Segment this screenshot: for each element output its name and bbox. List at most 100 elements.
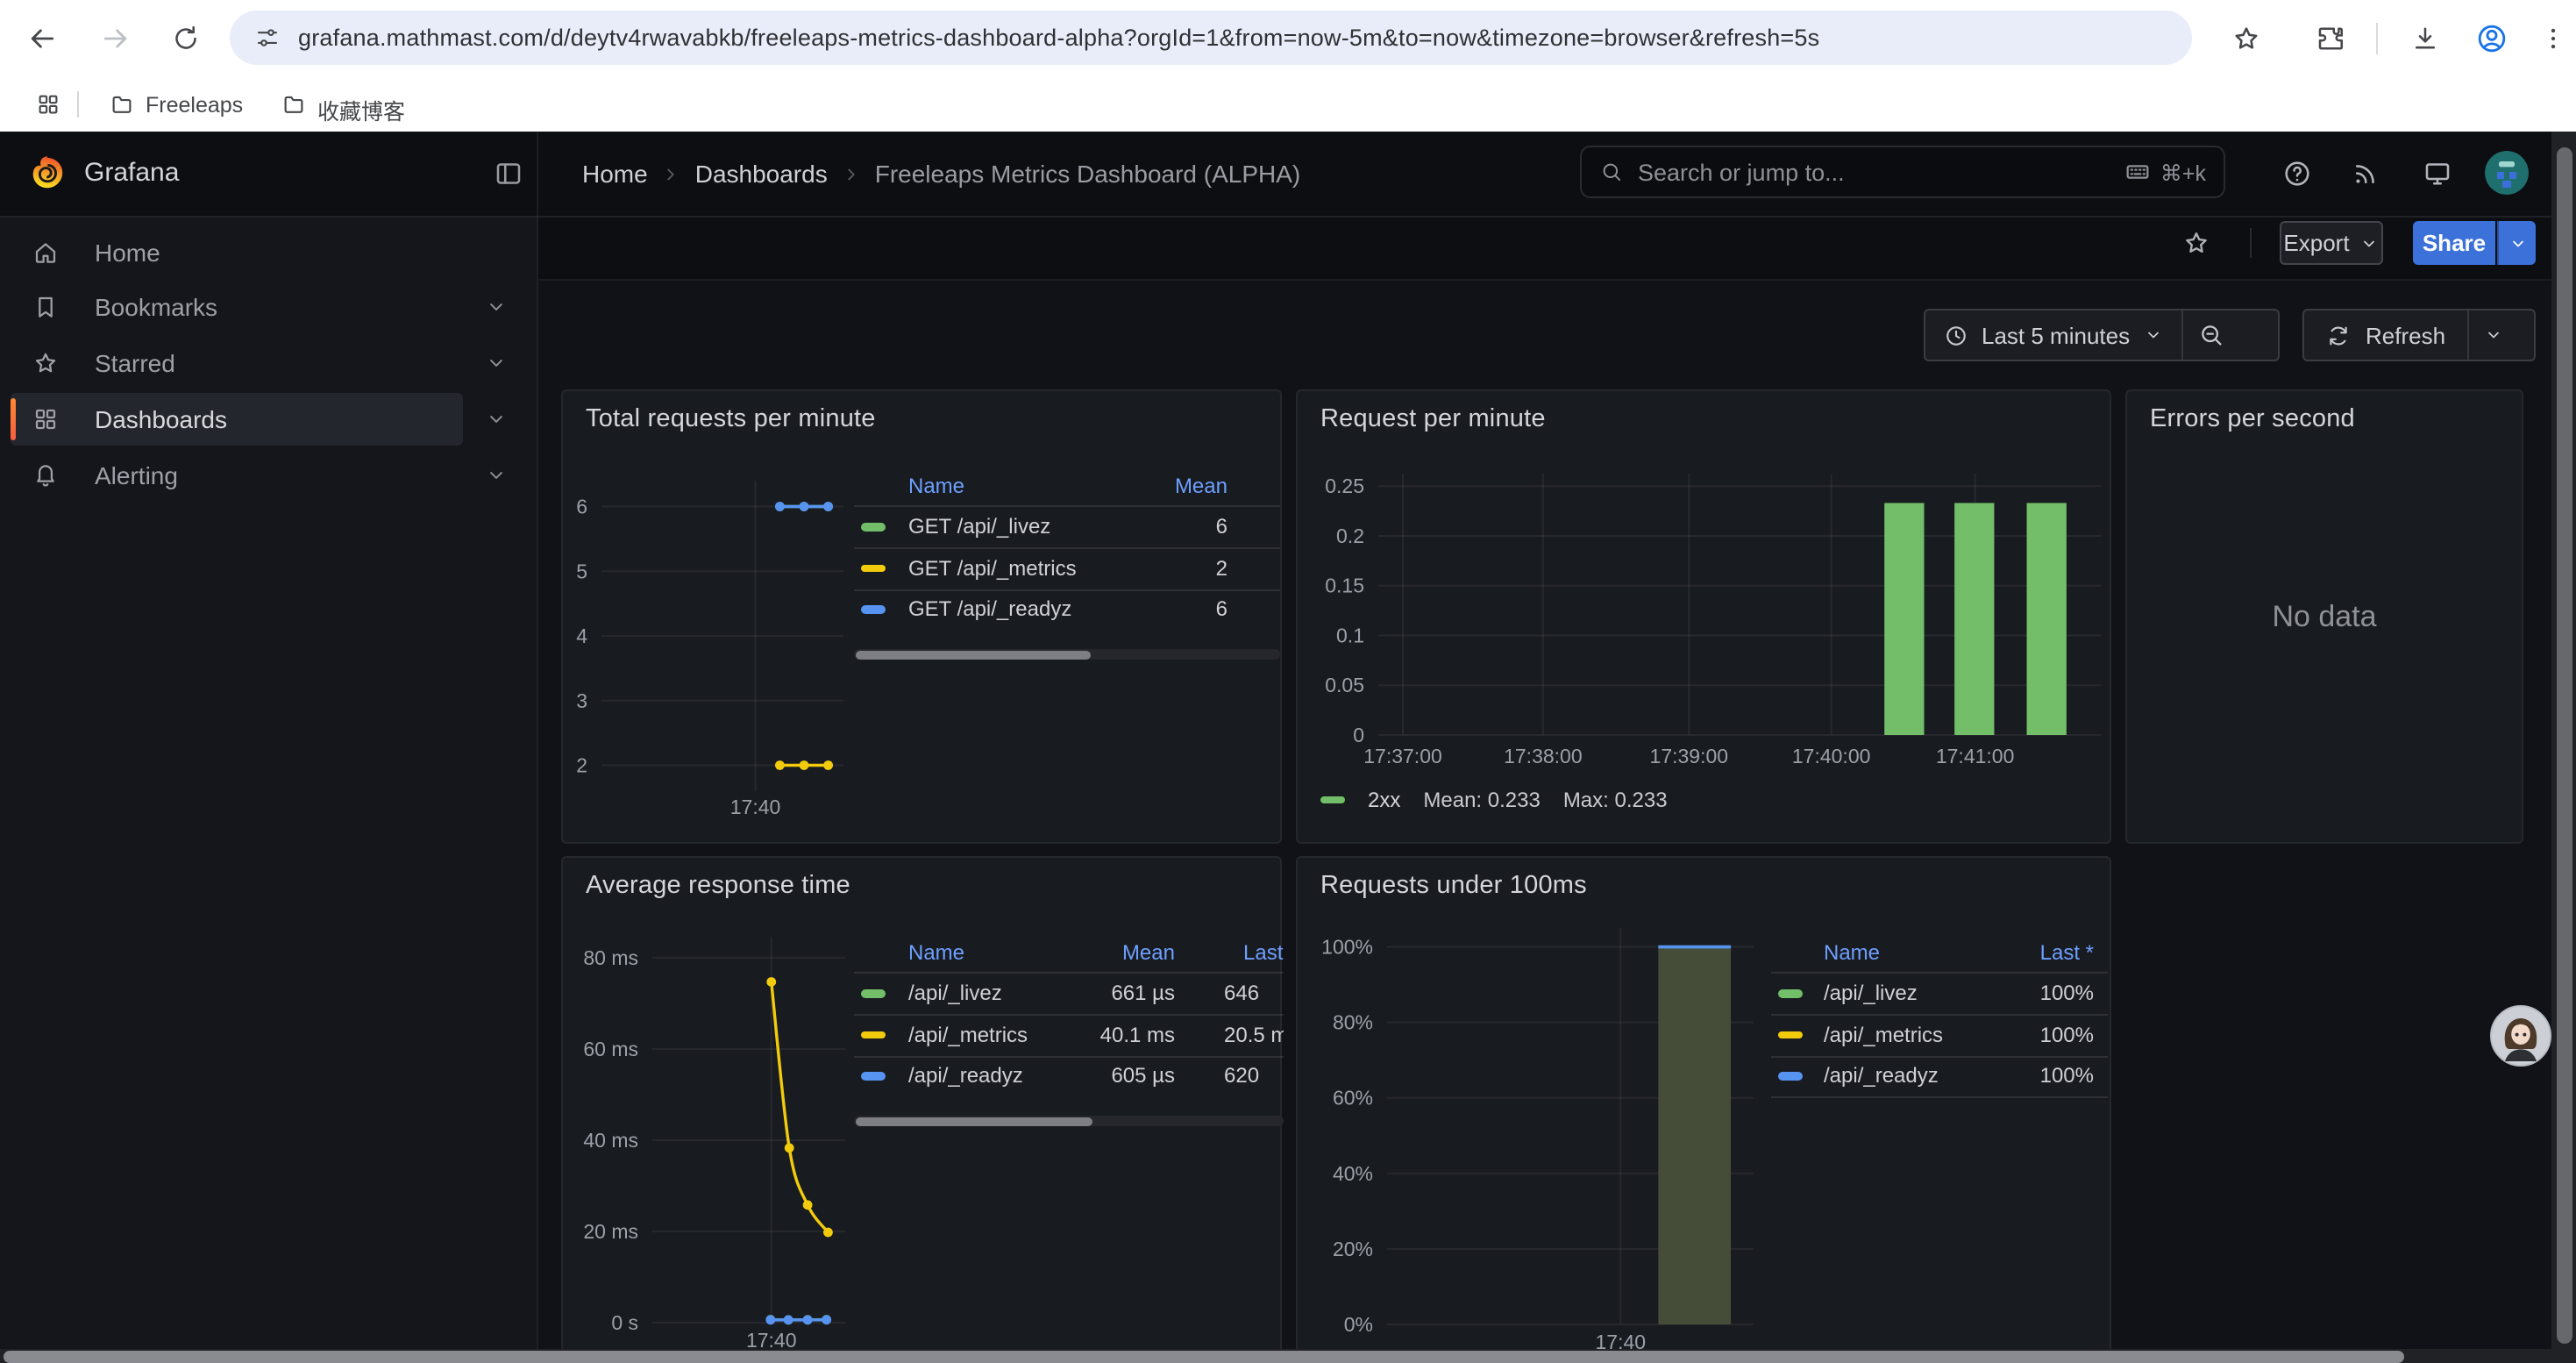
forward-icon[interactable] xyxy=(98,21,133,56)
horizontal-scrollbar-thumb[interactable] xyxy=(4,1350,2404,1362)
svg-text:0: 0 xyxy=(1353,724,1364,746)
chevron-down-icon[interactable] xyxy=(484,296,509,320)
breadcrumb-home[interactable]: Home xyxy=(582,160,648,188)
keyboard-icon xyxy=(2124,158,2152,186)
folder-icon[interactable] xyxy=(109,91,135,118)
clock-icon xyxy=(1943,322,1969,348)
chevron-right-icon xyxy=(660,162,683,185)
zoom-out-icon xyxy=(2197,321,2225,349)
share-button[interactable]: Share xyxy=(2413,221,2495,265)
downloads-icon[interactable] xyxy=(2409,23,2441,54)
refresh-icon xyxy=(2325,322,2352,348)
refresh-button[interactable]: Refresh xyxy=(2304,310,2466,360)
back-icon[interactable] xyxy=(25,21,60,56)
sidebar-item-home[interactable]: Home xyxy=(0,225,537,278)
bookmarks-bar: Freeleaps 收藏博客 xyxy=(0,77,2576,133)
sidebar-item-dashboards[interactable]: Dashboards xyxy=(0,393,537,446)
kiosk-monitor-icon[interactable] xyxy=(2422,158,2453,189)
sidebar-item-alerting[interactable]: Alerting xyxy=(0,448,537,501)
breadcrumb-dashboards[interactable]: Dashboards xyxy=(695,160,828,188)
app-root: grafana.mathmast.com/d/deytv4rwavabkb/fr… xyxy=(0,0,2576,1363)
nav-sidebar: Home Bookmarks Starred DashboardsAlerting xyxy=(0,218,537,1363)
chart-requests-under-100ms[interactable]: 0%20%40%60%80%100%17:40 xyxy=(1298,858,2110,1361)
assistant-avatar[interactable] xyxy=(2490,1005,2551,1067)
sidebar-item-label: Starred xyxy=(95,349,175,377)
chart-average-response-time[interactable]: 0 s20 ms40 ms60 ms80 ms17:40 xyxy=(563,858,1280,1361)
chevron-down-icon[interactable] xyxy=(484,407,509,432)
no-data-message: No data xyxy=(2127,391,2522,842)
chart-request-per-minute[interactable]: 00.050.10.150.20.2517:37:0017:38:0017:39… xyxy=(1298,391,2110,842)
panel-request-per-minute: Request per minute 2xx Mean: 0.233 Max: … xyxy=(1296,389,2111,844)
extensions-icon[interactable] xyxy=(2315,23,2346,54)
time-range-button[interactable]: Last 5 minutes xyxy=(1925,310,2181,360)
refresh-label: Refresh xyxy=(2366,322,2445,348)
sidebar-item-bookmarks[interactable]: Bookmarks xyxy=(0,282,537,334)
svg-text:100%: 100% xyxy=(1321,936,1373,959)
bookmark-star-icon[interactable] xyxy=(2231,23,2262,54)
svg-text:60%: 60% xyxy=(1333,1087,1373,1110)
grafana-logo-icon[interactable] xyxy=(28,154,67,193)
sidebar-toggle-icon[interactable] xyxy=(493,158,524,189)
url-bar[interactable]: grafana.mathmast.com/d/deytv4rwavabkb/fr… xyxy=(230,11,2192,65)
bell-icon xyxy=(32,460,60,489)
sidebar-item-highlight xyxy=(11,282,463,334)
export-button[interactable]: Export xyxy=(2280,221,2383,265)
url-text[interactable]: grafana.mathmast.com/d/deytv4rwavabkb/fr… xyxy=(298,25,1819,51)
browser-toolbar: grafana.mathmast.com/d/deytv4rwavabkb/fr… xyxy=(0,0,2576,77)
svg-text:17:40: 17:40 xyxy=(730,796,781,818)
browser-menu-icon[interactable] xyxy=(2539,25,2567,53)
chevron-down-icon xyxy=(2482,325,2503,346)
search-input[interactable]: Search or jump to... ⌘+k xyxy=(1580,146,2225,198)
reload-icon[interactable] xyxy=(170,23,202,54)
svg-text:6: 6 xyxy=(576,496,587,518)
selected-accent-bar xyxy=(11,398,16,440)
zoom-out-button[interactable] xyxy=(2181,310,2240,360)
search-icon xyxy=(1599,160,1624,184)
chevron-down-icon xyxy=(2359,232,2380,253)
svg-text:20 ms: 20 ms xyxy=(583,1220,638,1243)
favorite-star-icon[interactable] xyxy=(2181,228,2211,258)
chevron-down-icon[interactable] xyxy=(484,351,509,375)
share-menu-button[interactable] xyxy=(2497,221,2536,265)
svg-text:60 ms: 60 ms xyxy=(583,1038,638,1060)
apps-grid-icon[interactable] xyxy=(35,91,61,118)
svg-text:40 ms: 40 ms xyxy=(583,1129,638,1152)
chart-total-requests[interactable]: 2 3 4 5 6 17:40 xyxy=(563,391,1280,842)
help-icon[interactable] xyxy=(2281,158,2313,189)
browser-profile-icon[interactable] xyxy=(2474,21,2509,56)
sidebar-item-starred[interactable]: Starred xyxy=(0,337,537,389)
sidebar-item-label: Home xyxy=(95,238,160,266)
bookmark-folder-blogs[interactable]: 收藏博客 xyxy=(317,93,405,126)
svg-text:4: 4 xyxy=(576,624,587,647)
star-icon xyxy=(32,349,60,377)
svg-text:0.1: 0.1 xyxy=(1336,624,1364,646)
bookmark-folder-freeleaps[interactable]: Freeleaps xyxy=(146,93,243,118)
user-avatar[interactable] xyxy=(2485,151,2529,195)
subheader-divider xyxy=(2250,228,2252,258)
vertical-scrollbar-thumb[interactable] xyxy=(2556,147,2572,1344)
search-shortcut: ⌘+k xyxy=(2124,158,2206,186)
svg-text:2: 2 xyxy=(576,754,587,777)
site-settings-icon[interactable] xyxy=(254,25,281,51)
folder-icon[interactable] xyxy=(281,91,307,118)
chevron-right-icon xyxy=(840,162,863,185)
svg-text:17:37:00: 17:37:00 xyxy=(1363,745,1442,767)
svg-text:0.2: 0.2 xyxy=(1336,525,1364,547)
panel-total-requests: Total requests per minute NameMeanGET /a… xyxy=(561,389,1282,844)
breadcrumb-current: Freeleaps Metrics Dashboard (ALPHA) xyxy=(875,160,1301,188)
panel-errors-per-second: Errors per second No data xyxy=(2125,389,2523,844)
home-icon xyxy=(32,238,60,266)
refresh-interval-button[interactable] xyxy=(2466,310,2517,360)
chevron-down-icon[interactable] xyxy=(484,462,509,487)
refresh-group: Refresh xyxy=(2302,309,2536,361)
news-rss-icon[interactable] xyxy=(2350,158,2381,189)
svg-text:5: 5 xyxy=(576,560,587,582)
svg-text:20%: 20% xyxy=(1333,1238,1373,1260)
sidebar-item-highlight xyxy=(11,337,463,389)
svg-text:17:40:00: 17:40:00 xyxy=(1792,745,1871,767)
time-picker-group: Last 5 minutes xyxy=(1924,309,2280,361)
svg-text:17:39:00: 17:39:00 xyxy=(1650,745,1729,767)
svg-text:3: 3 xyxy=(576,689,587,712)
svg-text:80%: 80% xyxy=(1333,1011,1373,1034)
svg-text:0.05: 0.05 xyxy=(1325,674,1364,696)
